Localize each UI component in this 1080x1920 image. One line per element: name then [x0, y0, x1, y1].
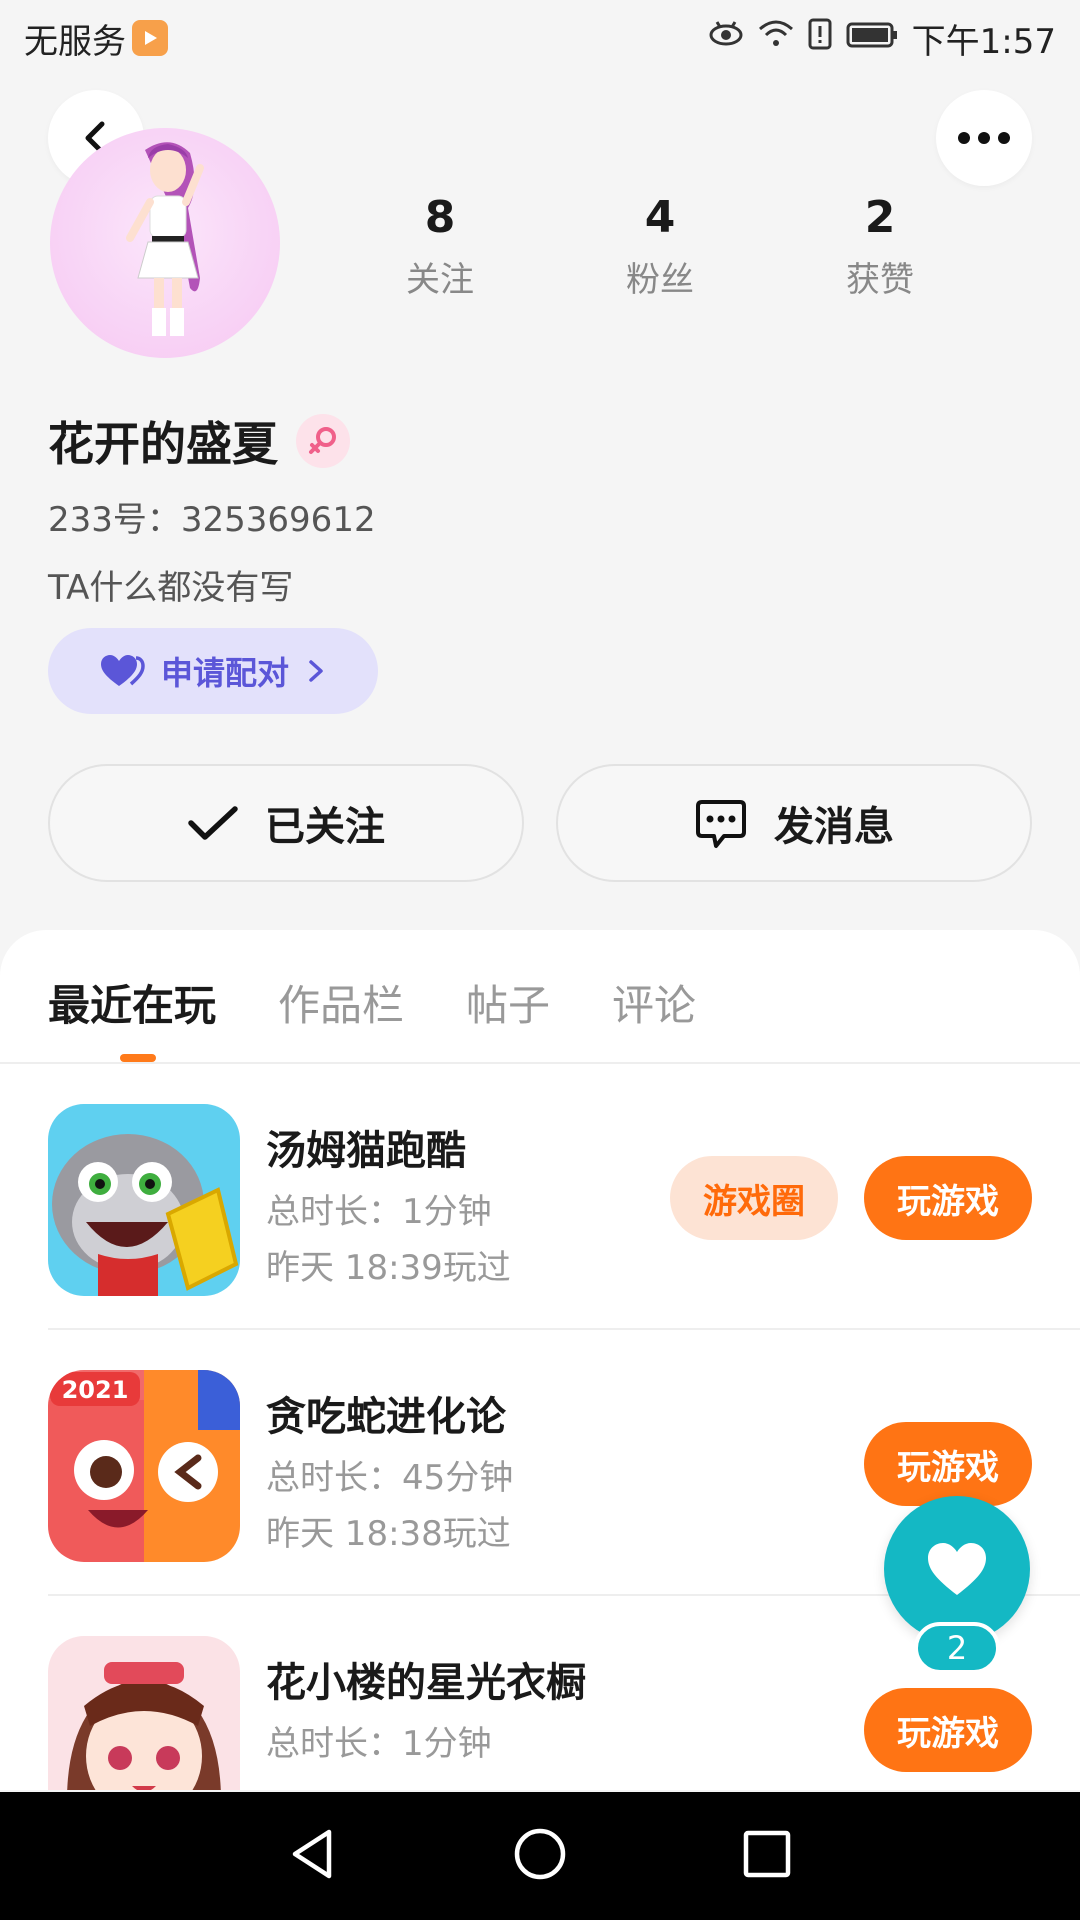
play-game-button[interactable]: 玩游戏 [864, 1422, 1032, 1506]
user-id: 233号：325369612 [48, 500, 376, 540]
play-game-button[interactable]: 玩游戏 [864, 1688, 1032, 1772]
user-bio: TA什么都没有写 [48, 568, 294, 608]
chat-bubble-icon [696, 800, 746, 848]
stat-likes[interactable]: 2 获赞 [770, 190, 990, 301]
username: 花开的盛夏 [48, 417, 278, 471]
username-row: 花开的盛夏 [48, 408, 350, 474]
profile-stats: 8 关注 4 粉丝 2 获赞 [330, 190, 990, 301]
game-duration: 总时长：1分钟 [266, 1192, 492, 1232]
apply-pair-button[interactable]: 申请配对 [48, 628, 378, 714]
like-float-button[interactable] [884, 1496, 1030, 1642]
tab-works[interactable]: 作品栏 [278, 972, 404, 1033]
stat-value: 4 [644, 192, 676, 243]
heart-icon [928, 1543, 986, 1595]
like-count-badge: 2 [914, 1622, 1000, 1674]
battery-icon [846, 18, 898, 58]
tab-comments[interactable]: 评论 [612, 972, 696, 1033]
tab-recently-played[interactable]: 最近在玩 [48, 972, 216, 1033]
following-button[interactable]: 已关注 [48, 764, 524, 882]
game-name: 贪吃蛇进化论 [266, 1394, 506, 1440]
more-button[interactable] [936, 90, 1032, 186]
status-bar: 无服务 下午1:57 [0, 0, 1080, 76]
game-last-played: 昨天 18:38玩过 [266, 1514, 511, 1554]
game-name: 汤姆猫跑酷 [266, 1128, 466, 1174]
system-nav-bar [0, 1792, 1080, 1920]
send-message-button[interactable]: 发消息 [556, 764, 1032, 882]
stat-label: 获赞 [846, 260, 914, 300]
active-tab-indicator [120, 1054, 156, 1062]
stat-value: 8 [424, 192, 456, 243]
wifi-icon [758, 18, 794, 58]
snake-evolution-icon[interactable]: 2021 [48, 1370, 240, 1562]
icon-year-badge: 2021 [62, 1376, 129, 1404]
nav-back-icon[interactable] [285, 1826, 341, 1886]
star-wardrobe-icon[interactable] [48, 1636, 240, 1790]
stat-label: 关注 [406, 260, 474, 300]
more-dots-icon [958, 132, 1010, 144]
app-notification-icon [132, 20, 168, 56]
check-icon [188, 806, 238, 840]
chevron-right-icon [309, 660, 323, 682]
nav-home-icon[interactable] [512, 1826, 568, 1886]
apply-pair-label: 申请配对 [160, 654, 289, 692]
stat-value: 2 [864, 192, 896, 243]
female-gender-icon [296, 414, 350, 468]
game-last-played: 昨天 18:39玩过 [266, 1248, 511, 1288]
game-name: 花小楼的星光衣橱 [266, 1660, 586, 1706]
talking-tom-gold-run-icon[interactable] [48, 1104, 240, 1296]
game-duration: 总时长：1分钟 [266, 1724, 492, 1764]
game-duration: 总时长：45分钟 [266, 1458, 514, 1498]
profile-tabs: 最近在玩 作品栏 帖子 评论 [48, 972, 696, 1033]
tab-posts[interactable]: 帖子 [466, 972, 550, 1033]
double-heart-icon [100, 655, 145, 686]
avatar[interactable] [50, 128, 280, 358]
carrier-text: 无服务 [24, 21, 126, 62]
send-message-label: 发消息 [774, 804, 894, 850]
play-game-button[interactable]: 玩游戏 [864, 1156, 1032, 1240]
stat-following[interactable]: 8 关注 [330, 190, 550, 301]
stat-followers[interactable]: 4 粉丝 [550, 190, 770, 301]
clock-text: 下午1:57 [911, 21, 1056, 62]
sim-alert-icon [808, 18, 832, 59]
stat-label: 粉丝 [626, 260, 694, 300]
eye-icon [708, 18, 744, 58]
following-label: 已关注 [265, 804, 385, 850]
game-circle-button[interactable]: 游戏圈 [670, 1156, 838, 1240]
nav-recents-icon[interactable] [739, 1826, 795, 1886]
game-list-item[interactable]: 汤姆猫跑酷 总时长：1分钟 昨天 18:39玩过 游戏圈 玩游戏 [48, 1064, 1080, 1330]
anime-girl-avatar-illustration [126, 142, 204, 336]
